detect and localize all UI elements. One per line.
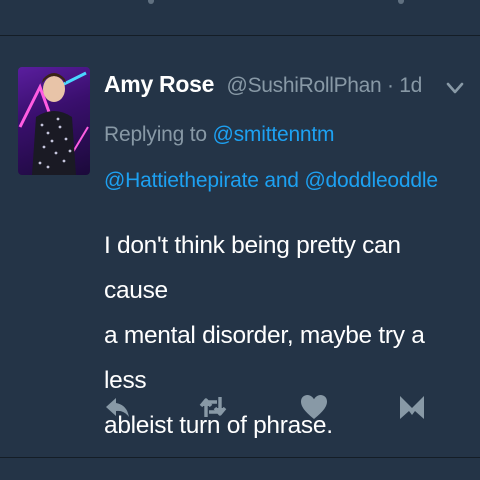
mention-link[interactable]: @doddleoddle <box>304 169 438 192</box>
avatar[interactable] <box>18 67 90 175</box>
divider-bottom <box>0 457 480 458</box>
mention-link[interactable]: @Hattiethepirate <box>104 169 259 192</box>
replying-to-line: @Hattiethepirate and @doddleoddle <box>104 169 438 193</box>
direct-message-icon[interactable] <box>396 391 428 423</box>
tweet-actions <box>0 387 480 427</box>
handle[interactable]: @SushiRollPhan <box>227 74 382 97</box>
previous-action-fragment <box>148 0 154 4</box>
previous-action-fragment <box>398 0 404 4</box>
replying-to-label: Replying to <box>104 123 207 146</box>
handle-and-time: @SushiRollPhan · 1d <box>227 74 423 97</box>
mention-link[interactable]: @smittenntm <box>213 123 335 146</box>
tweet-text-line: I don't think being pretty can cause <box>104 232 401 304</box>
display-name[interactable]: Amy Rose <box>104 71 214 97</box>
like-icon[interactable] <box>298 391 330 423</box>
tweet-header: Amy Rose @SushiRollPhan · 1d <box>104 71 422 98</box>
replying-to-line: Replying to @smittenntm <box>104 123 335 147</box>
chevron-down-icon[interactable] <box>444 77 466 99</box>
tweet-card[interactable]: Amy Rose @SushiRollPhan · 1d Replying to… <box>0 37 480 457</box>
previous-tweet-fragment <box>0 0 480 36</box>
retweet-icon[interactable] <box>197 391 229 423</box>
divider-top <box>0 35 480 36</box>
replying-and-label: and <box>264 169 299 192</box>
reply-icon[interactable] <box>102 391 134 423</box>
timestamp[interactable]: · 1d <box>387 74 422 97</box>
